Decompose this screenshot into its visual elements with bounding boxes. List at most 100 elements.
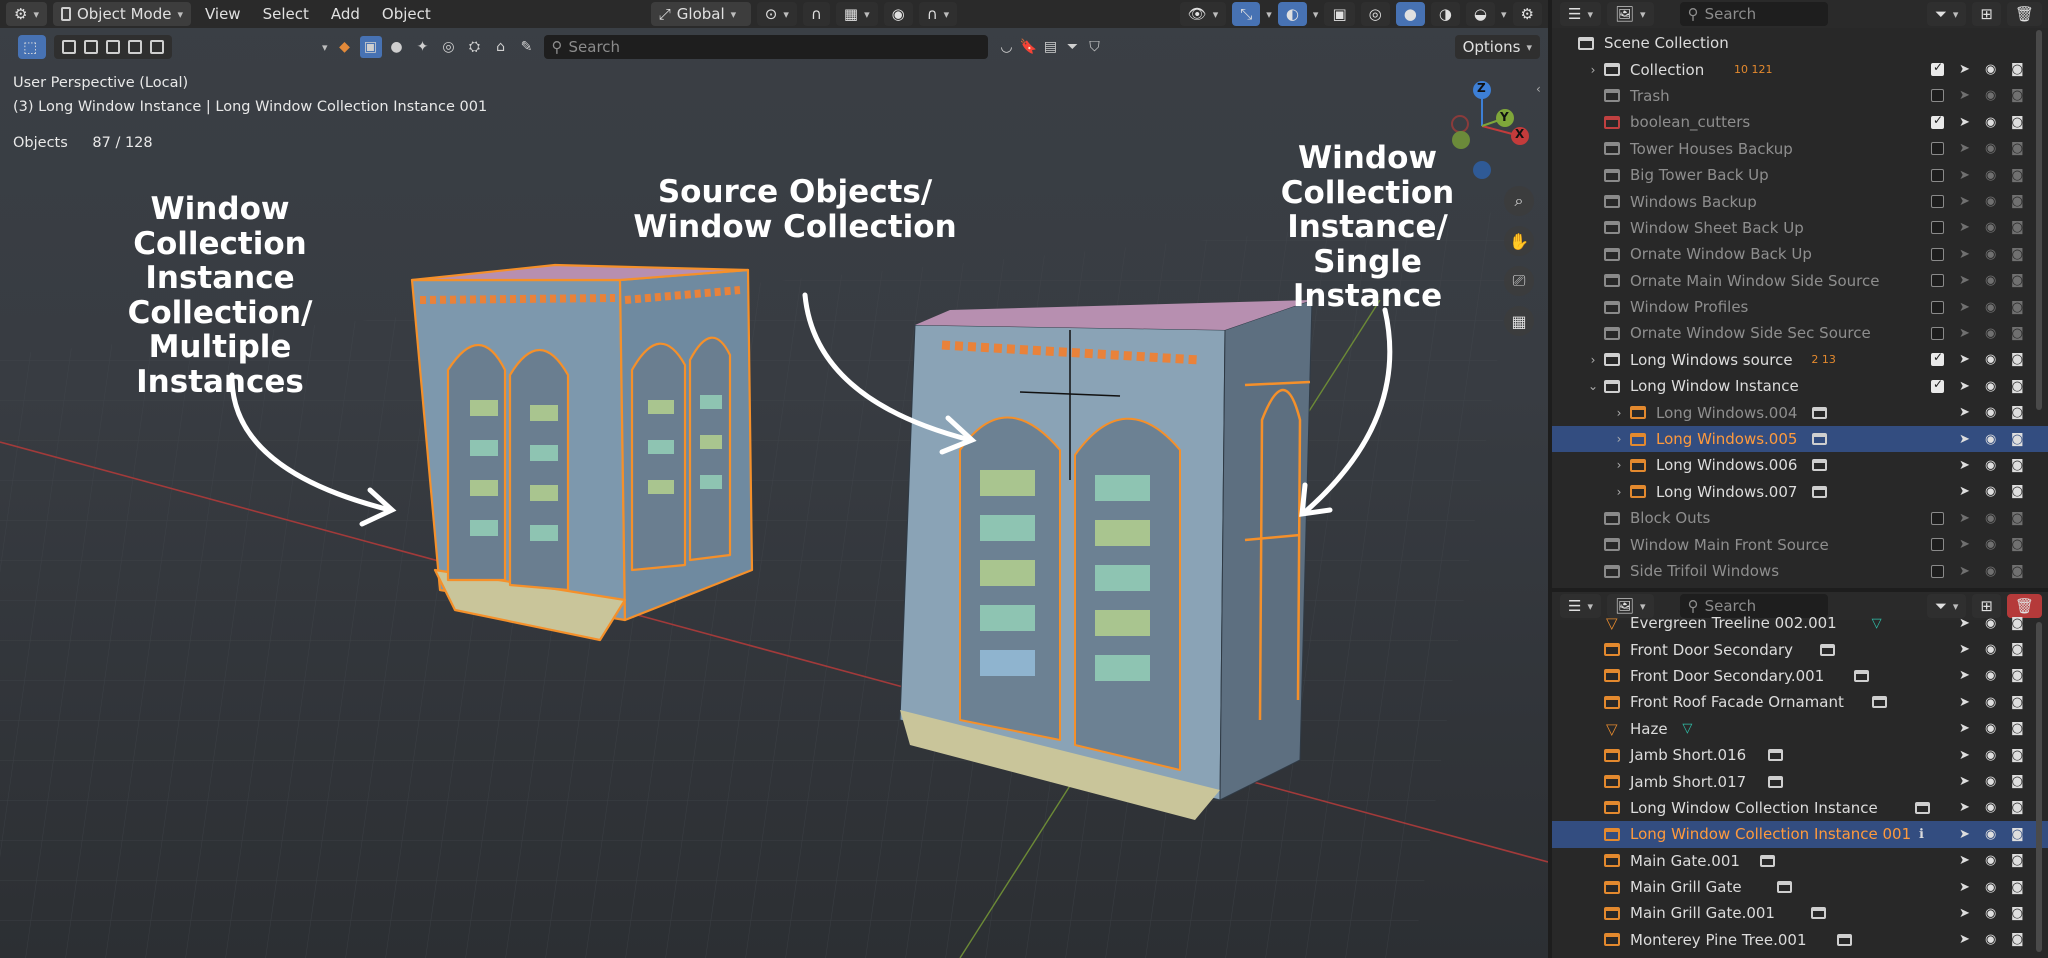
outliner-row[interactable]: Window Profiles ➤ ◉ ◙: [1552, 294, 2048, 320]
outliner-row[interactable]: Main Grill Gate ➤ ◉ ◙: [1552, 874, 2048, 900]
outliner-row[interactable]: Trash ➤ ◉ ◙: [1552, 83, 2048, 109]
select-mode-group[interactable]: [54, 35, 172, 59]
outliner-row[interactable]: Ornate Window Back Up ➤ ◉ ◙: [1552, 241, 2048, 267]
eye-icon[interactable]: ◉: [1985, 880, 1996, 895]
layout-icon[interactable]: ▤: [1040, 36, 1062, 58]
select-arrow-icon[interactable]: ➤: [1959, 827, 1970, 842]
camera-icon[interactable]: ◙: [2011, 168, 2024, 183]
select-arrow-icon[interactable]: ➤: [1959, 379, 1970, 394]
eye-icon[interactable]: ◉: [1985, 774, 1996, 789]
select-subtract-icon[interactable]: [106, 40, 120, 54]
filter-world-icon[interactable]: ◎: [438, 36, 460, 58]
camera-icon[interactable]: ◙: [2011, 906, 2024, 921]
outliner-row[interactable]: ⌄ Long Window Instance ➤ ◉ ◙: [1552, 373, 2048, 399]
filter-sphere-icon[interactable]: ●: [386, 36, 408, 58]
select-arrow-icon[interactable]: ➤: [1959, 616, 1970, 631]
select-arrow-icon[interactable]: ➤: [1959, 273, 1970, 288]
shield-icon[interactable]: ⛉: [1084, 36, 1106, 58]
eye-icon[interactable]: ◉: [1985, 62, 1996, 77]
menu-view[interactable]: View: [197, 5, 249, 23]
outliner-row[interactable]: › Long Windows.006 ➤ ◉ ◙: [1552, 452, 2048, 478]
outliner-row[interactable]: › Long Windows.004 ➤ ◉ ◙: [1552, 399, 2048, 425]
shading-rendered-button[interactable]: ◒: [1465, 2, 1496, 26]
options-dropdown[interactable]: Options ▾: [1454, 35, 1540, 59]
select-arrow-icon[interactable]: ➤: [1959, 326, 1970, 341]
camera-icon[interactable]: ◙: [2011, 247, 2024, 262]
camera-icon[interactable]: ◙: [2011, 564, 2024, 579]
select-arrow-icon[interactable]: ➤: [1959, 642, 1970, 657]
eye-icon[interactable]: ◉: [1985, 88, 1996, 103]
camera-icon[interactable]: ◙: [2011, 484, 2024, 499]
select-arrow-icon[interactable]: ➤: [1959, 88, 1970, 103]
camera-icon[interactable]: ◙: [2011, 326, 2024, 341]
zoom-button[interactable]: ⌕: [1504, 186, 1534, 216]
select-extend-icon[interactable]: [84, 40, 98, 54]
eye-icon[interactable]: ◉: [1985, 300, 1996, 315]
outliner-row[interactable]: Windows Backup ➤ ◉ ◙: [1552, 188, 2048, 214]
outliner-row[interactable]: Big Tower Back Up ➤ ◉ ◙: [1552, 162, 2048, 188]
exclude-checkbox[interactable]: [1931, 274, 1944, 288]
outliner-row[interactable]: Long Window Collection Instance ➤ ◉ ◙: [1552, 795, 2048, 821]
camera-icon[interactable]: ◙: [2011, 695, 2024, 710]
select-arrow-icon[interactable]: ➤: [1959, 352, 1970, 367]
chevron-down-icon[interactable]: ▾: [322, 41, 328, 54]
eye-icon[interactable]: ◉: [1985, 220, 1996, 235]
eye-icon[interactable]: ◉: [1985, 273, 1996, 288]
eye-icon[interactable]: ◉: [1985, 194, 1996, 209]
exclude-checkbox[interactable]: [1931, 60, 1944, 77]
select-arrow-icon[interactable]: ➤: [1959, 141, 1970, 156]
select-arrow-icon[interactable]: ➤: [1959, 853, 1970, 868]
camera-view-button[interactable]: ⎚: [1504, 266, 1534, 296]
exclude-checkbox[interactable]: [1931, 247, 1944, 261]
eye-icon[interactable]: ◉: [1985, 932, 1996, 947]
exclude-checkbox[interactable]: [1931, 195, 1944, 209]
shading-solid-button[interactable]: ●: [1395, 2, 1425, 26]
exclude-checkbox[interactable]: [1931, 113, 1944, 129]
eye-icon[interactable]: ◉: [1985, 564, 1996, 579]
select-arrow-icon[interactable]: ➤: [1959, 537, 1970, 552]
select-arrow-icon[interactable]: ➤: [1959, 115, 1970, 130]
snap-toggle[interactable]: ∩: [802, 2, 830, 26]
camera-icon[interactable]: ◙: [2011, 300, 2024, 315]
eye-icon[interactable]: ◉: [1985, 405, 1996, 420]
sidebar-toggle[interactable]: ‹: [1536, 82, 1541, 96]
bookmark-icon[interactable]: 🔖: [1018, 36, 1040, 58]
exclude-checkbox[interactable]: [1931, 142, 1944, 156]
exclude-checkbox[interactable]: [1931, 511, 1944, 525]
expand-toggle-icon[interactable]: ›: [1612, 458, 1626, 472]
outliner-row[interactable]: Front Door Secondary ➤ ◉ ◙: [1552, 636, 2048, 662]
select-arrow-icon[interactable]: ➤: [1959, 405, 1970, 420]
camera-icon[interactable]: ◙: [2011, 668, 2024, 683]
outliner-row[interactable]: › Long Windows.007 ➤ ◉ ◙: [1552, 479, 2048, 505]
camera-icon[interactable]: ◙: [2011, 220, 2024, 235]
outliner-row[interactable]: Main Grill Gate.001 ➤ ◉ ◙: [1552, 900, 2048, 926]
camera-icon[interactable]: ◙: [2011, 62, 2024, 77]
camera-icon[interactable]: ◙: [2011, 405, 2024, 420]
eye-icon[interactable]: ◉: [1985, 668, 1996, 683]
camera-icon[interactable]: ◙: [2011, 827, 2024, 842]
camera-icon[interactable]: ◙: [2011, 537, 2024, 552]
select-arrow-icon[interactable]: ➤: [1959, 564, 1970, 579]
xray-toggle[interactable]: ▣: [1324, 2, 1355, 26]
select-arrow-icon[interactable]: ➤: [1959, 247, 1970, 262]
exclude-checkbox[interactable]: [1931, 221, 1944, 235]
outliner-row[interactable]: Scene Collection: [1552, 30, 2048, 56]
eye-icon[interactable]: ◉: [1985, 642, 1996, 657]
select-arrow-icon[interactable]: ➤: [1959, 906, 1970, 921]
camera-icon[interactable]: ◙: [2011, 932, 2024, 947]
pan-button[interactable]: ✋: [1504, 226, 1534, 256]
select-arrow-icon[interactable]: ➤: [1959, 432, 1970, 447]
outliner-scrollbar[interactable]: [2036, 622, 2042, 952]
delete-button[interactable]: 🗑: [2006, 2, 2042, 26]
select-arrow-icon[interactable]: ➤: [1959, 880, 1970, 895]
outliner-search-input[interactable]: ⚲ Search: [1679, 2, 1828, 26]
expand-toggle-icon[interactable]: ⌄: [1586, 379, 1600, 393]
snap-target-dropdown[interactable]: ▦ ▾: [835, 2, 878, 26]
outliner-row[interactable]: Jamb Short.017 ➤ ◉ ◙: [1552, 768, 2048, 794]
scene-settings-button[interactable]: ⚙: [1512, 2, 1542, 26]
exclude-checkbox[interactable]: [1931, 168, 1944, 182]
eye-icon[interactable]: ◉: [1985, 827, 1996, 842]
camera-icon[interactable]: ◙: [2011, 748, 2024, 763]
eye-icon[interactable]: ◉: [1985, 168, 1996, 183]
expand-toggle-icon[interactable]: ›: [1612, 432, 1626, 446]
